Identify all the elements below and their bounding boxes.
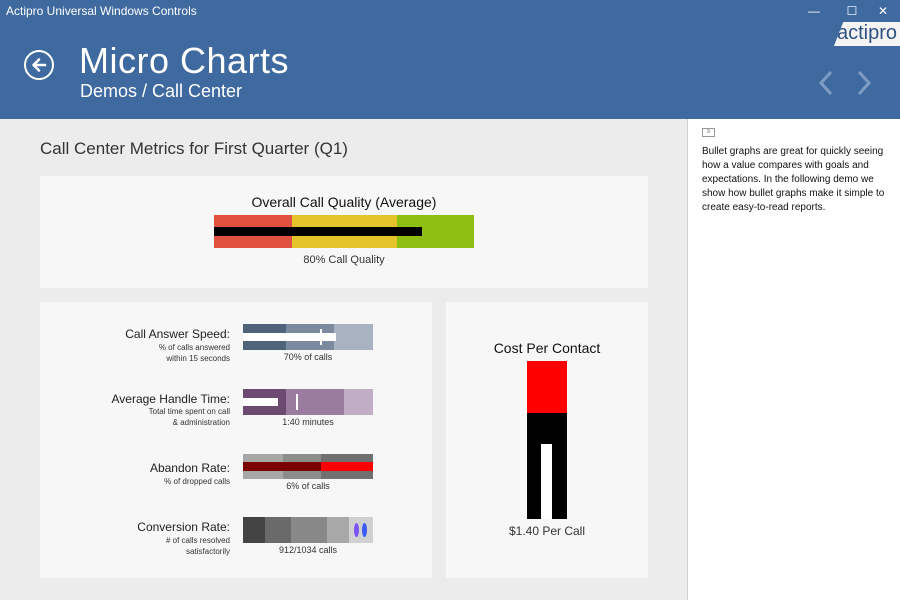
main-content: Call Center Metrics for First Quarter (Q… xyxy=(0,119,687,600)
info-panel: ≡ Bullet graphs are great for quickly se… xyxy=(687,119,900,600)
range-2 xyxy=(265,517,291,543)
page-title: Micro Charts xyxy=(79,40,290,81)
value-bar xyxy=(243,398,278,406)
target-marker xyxy=(320,329,322,345)
metric-sub: % of calls answered xyxy=(158,343,230,352)
cost-title: Cost Per Contact xyxy=(493,340,601,356)
answer-speed-bullet-graph xyxy=(243,324,373,350)
close-button[interactable]: ✕ xyxy=(866,1,900,21)
overall-quality-caption: 80% Call Quality xyxy=(303,254,385,266)
metric-label: Abandon Rate: xyxy=(149,461,230,475)
metric-caption: 1:40 minutes xyxy=(282,417,334,427)
section-title: Call Center Metrics for First Quarter (Q… xyxy=(40,139,348,158)
cost-caption: $1.40 Per Call xyxy=(508,524,586,538)
value-bar xyxy=(243,333,336,341)
actipro-logo: actipro xyxy=(834,22,900,46)
conversion-rate-bullet-graph xyxy=(243,517,373,543)
overall-quality-card: Overall Call Quality (Average) 80% Call … xyxy=(40,176,648,288)
value-bar xyxy=(541,444,552,519)
metric-sub: satisfactorily xyxy=(185,547,230,556)
window-titlebar: Actipro Universal Windows Controls — ☐ ✕ xyxy=(0,0,900,22)
overall-quality-bullet-graph xyxy=(214,215,474,248)
cost-card: Cost Per Contact $1.40 Per Call xyxy=(446,302,648,578)
maximize-button[interactable]: ☐ xyxy=(835,1,869,21)
metric-label: Conversion Rate: xyxy=(137,520,230,534)
chevron-left-icon[interactable] xyxy=(815,68,837,98)
metric-label: Call Answer Speed: xyxy=(125,327,230,341)
range-4 xyxy=(327,517,349,543)
over-value-bar xyxy=(321,462,373,471)
window-title: Actipro Universal Windows Controls xyxy=(6,4,197,18)
back-button[interactable] xyxy=(24,50,54,80)
range-2 xyxy=(286,389,344,415)
marker-a xyxy=(354,523,359,537)
metric-sub: within 15 seconds xyxy=(166,354,230,363)
range-5 xyxy=(349,517,373,543)
chevron-right-icon[interactable] xyxy=(853,68,875,98)
metric-sub: Total time spent on call xyxy=(148,407,230,416)
metric-sub: % of dropped calls xyxy=(164,477,230,486)
marker-b xyxy=(362,523,367,537)
value-bar xyxy=(214,227,422,236)
target-marker xyxy=(296,394,298,410)
page-header: Micro Charts Demos / Call Center actipro xyxy=(0,22,900,119)
range-3 xyxy=(344,389,373,415)
logo-text: actipro xyxy=(836,22,898,44)
metric-sub: & administration xyxy=(172,418,230,427)
value-bar xyxy=(243,462,321,471)
range-3 xyxy=(334,324,373,350)
metric-label: Average Handle Time: xyxy=(111,392,230,406)
metric-sub: # of calls resolved xyxy=(165,536,230,545)
metrics-card: Call Answer Speed: % of calls answered w… xyxy=(40,302,432,578)
metric-caption: 912/1034 calls xyxy=(278,545,338,555)
back-arrow-icon xyxy=(32,58,47,72)
range-1 xyxy=(243,517,265,543)
range-3 xyxy=(291,517,327,543)
cost-bullet-graph xyxy=(527,361,567,519)
abandon-rate-bullet-graph xyxy=(243,454,373,479)
metric-caption: 6% of calls xyxy=(286,481,330,491)
range-top xyxy=(527,361,567,413)
overall-quality-title: Overall Call Quality (Average) xyxy=(251,194,437,210)
info-text: Bullet graphs are great for quickly seei… xyxy=(702,146,885,213)
minimize-button[interactable]: — xyxy=(797,1,831,21)
handle-time-bullet-graph xyxy=(243,389,373,415)
document-icon[interactable]: ≡ xyxy=(702,128,715,137)
metric-caption: 70% of calls xyxy=(283,352,333,362)
breadcrumb: Demos / Call Center xyxy=(80,81,243,101)
